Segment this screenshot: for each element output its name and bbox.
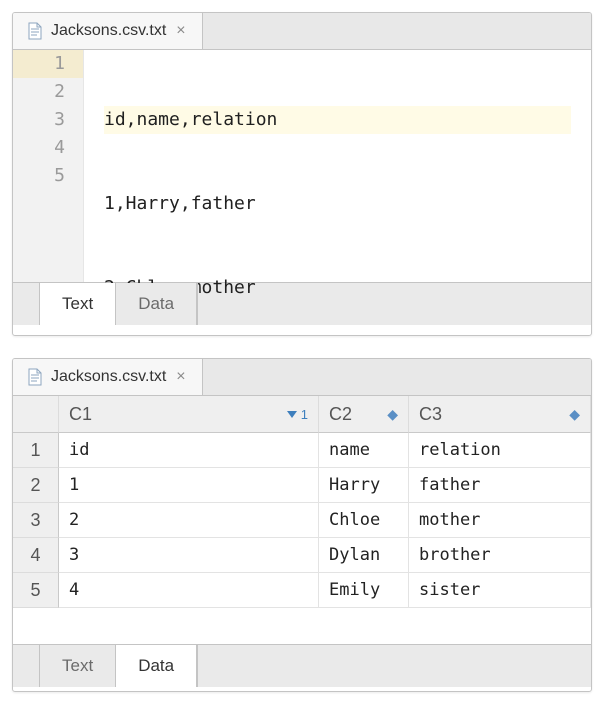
cell[interactable]: 2 xyxy=(59,503,319,538)
cell[interactable]: Dylan xyxy=(319,538,409,573)
row-number: 3 xyxy=(13,503,59,538)
tab-label: Text xyxy=(62,656,93,676)
code-line: id,name,relation xyxy=(104,106,571,134)
column-header-c2[interactable]: C2 ◆ xyxy=(319,396,409,433)
grid-corner xyxy=(13,396,59,433)
code-line: 1,Harry,father xyxy=(104,190,571,218)
file-icon xyxy=(27,22,43,40)
tab-label: Data xyxy=(138,656,174,676)
file-tab[interactable]: Jacksons.csv.txt × xyxy=(13,359,203,395)
cell[interactable]: sister xyxy=(409,573,591,608)
file-icon xyxy=(27,368,43,386)
editor-gutter: 1 2 3 4 5 xyxy=(13,50,84,282)
editor-panel-text: Jacksons.csv.txt × 1 2 3 4 5 id,name,rel… xyxy=(12,12,592,336)
cell[interactable]: id xyxy=(59,433,319,468)
cell[interactable]: Emily xyxy=(319,573,409,608)
sort-icon: ◆ xyxy=(569,406,580,423)
row-number: 5 xyxy=(13,573,59,608)
cell[interactable]: 4 xyxy=(59,573,319,608)
close-icon[interactable]: × xyxy=(174,367,187,387)
file-tab-bar: Jacksons.csv.txt × xyxy=(13,359,591,396)
row-number: 4 xyxy=(13,538,59,573)
tab-data[interactable]: Data xyxy=(116,645,197,687)
text-editor[interactable]: 1 2 3 4 5 id,name,relation 1,Harry,fathe… xyxy=(13,50,591,282)
view-mode-tabs: Text Data xyxy=(13,644,591,687)
file-tab-bar: Jacksons.csv.txt × xyxy=(13,13,591,50)
sort-icon: ◆ xyxy=(387,406,398,423)
cell[interactable]: brother xyxy=(409,538,591,573)
close-icon[interactable]: × xyxy=(174,21,187,41)
line-number: 5 xyxy=(13,162,83,190)
file-tab-label: Jacksons.csv.txt xyxy=(51,368,166,386)
cell[interactable]: Chloe xyxy=(319,503,409,538)
line-number: 1 xyxy=(13,50,83,78)
tab-bar-space xyxy=(203,13,591,49)
column-header-c3[interactable]: C3 ◆ xyxy=(409,396,591,433)
tab-bar-space xyxy=(203,359,591,395)
editor-panel-data: Jacksons.csv.txt × C1 1 C2 ◆ C3 ◆ 1 xyxy=(12,358,592,692)
tab-label: Text xyxy=(62,294,93,314)
row-number: 1 xyxy=(13,433,59,468)
view-mode-tabs: Text Data xyxy=(13,282,591,325)
sort-indicator: 1 xyxy=(287,407,308,422)
editor-content[interactable]: id,name,relation 1,Harry,father 2,Chloe,… xyxy=(84,50,591,282)
file-tab[interactable]: Jacksons.csv.txt × xyxy=(13,13,203,49)
tab-text[interactable]: Text xyxy=(40,283,116,325)
tab-data[interactable]: Data xyxy=(116,283,197,325)
sort-order: 1 xyxy=(301,407,308,422)
cell[interactable]: 3 xyxy=(59,538,319,573)
tab-text[interactable]: Text xyxy=(40,645,116,687)
cell[interactable]: 1 xyxy=(59,468,319,503)
line-number: 3 xyxy=(13,106,83,134)
sort-desc-icon xyxy=(287,411,297,418)
cell[interactable]: relation xyxy=(409,433,591,468)
line-number: 4 xyxy=(13,134,83,162)
column-header-c1[interactable]: C1 1 xyxy=(59,396,319,433)
column-label: C2 xyxy=(329,404,352,425)
cell[interactable]: mother xyxy=(409,503,591,538)
cell[interactable]: name xyxy=(319,433,409,468)
column-label: C1 xyxy=(69,404,92,425)
data-grid[interactable]: C1 1 C2 ◆ C3 ◆ 1 id name relation 2 1 Ha… xyxy=(13,396,591,644)
file-tab-label: Jacksons.csv.txt xyxy=(51,22,166,40)
row-number: 2 xyxy=(13,468,59,503)
tab-label: Data xyxy=(138,294,174,314)
line-number: 2 xyxy=(13,78,83,106)
cell[interactable]: father xyxy=(409,468,591,503)
cell[interactable]: Harry xyxy=(319,468,409,503)
column-label: C3 xyxy=(419,404,442,425)
